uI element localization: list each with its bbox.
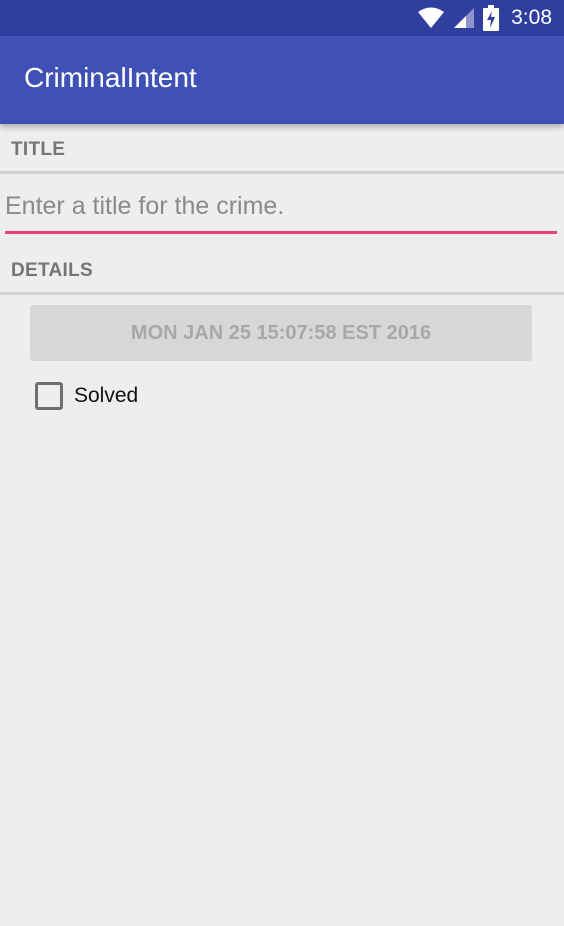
solved-checkbox[interactable] [35,382,63,410]
app-bar: CriminalIntent [0,36,564,124]
solved-checkbox-row[interactable]: Solved [35,382,138,410]
app-title: CriminalIntent [24,62,197,93]
title-section-header: TITLE [11,139,66,160]
cell-signal-icon [454,8,475,28]
battery-charging-icon [483,5,500,31]
wifi-icon [418,7,445,28]
title-section-divider [0,171,564,174]
details-section-header: DETAILS [11,260,93,281]
status-time: 3:08 [511,6,552,29]
crime-title-input[interactable] [5,188,557,234]
details-section-divider [0,292,564,295]
crime-date-button[interactable]: MON JAN 25 15:07:58 EST 2016 [30,305,532,361]
status-bar: 3:08 [0,0,564,36]
solved-label: Solved [74,384,139,407]
status-icons: 3:08 [417,0,552,36]
